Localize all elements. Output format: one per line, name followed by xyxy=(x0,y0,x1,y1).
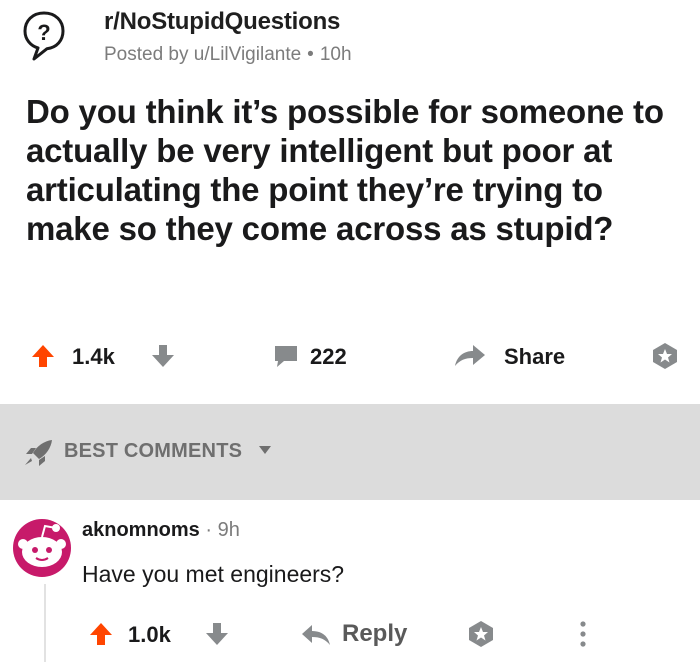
post-title: Do you think it’s possible for someone t… xyxy=(26,93,664,247)
upvote-arrow-icon xyxy=(32,345,54,367)
reply-arrow-icon xyxy=(302,625,330,645)
more-dots-icon xyxy=(580,621,586,647)
downvote-arrow-icon xyxy=(152,345,174,367)
comment-award-button[interactable] xyxy=(466,619,496,649)
sort-dropdown[interactable]: BEST COMMENTS xyxy=(64,440,242,463)
comment-age: 9h xyxy=(217,519,240,541)
rocket-icon xyxy=(25,440,52,466)
chevron-down-icon xyxy=(259,446,271,454)
snoo-avatar-icon xyxy=(13,519,71,577)
post-score: 1.4k xyxy=(72,344,115,369)
sort-icon-wrap[interactable] xyxy=(22,437,56,467)
comment-separator: · xyxy=(205,519,213,541)
thread-line[interactable] xyxy=(44,584,46,662)
comment-downvote-button[interactable] xyxy=(204,621,230,647)
sort-caret-wrap[interactable] xyxy=(258,445,272,455)
reply-button[interactable]: Reply xyxy=(342,620,407,648)
subreddit-name[interactable]: r/NoStupidQuestions xyxy=(104,8,340,36)
more-options-button[interactable] xyxy=(578,619,588,649)
share-button[interactable]: Share xyxy=(504,344,565,370)
comments-button[interactable] xyxy=(272,343,300,369)
downvote-button[interactable] xyxy=(150,343,176,369)
comment-author[interactable]: aknomnoms xyxy=(82,519,200,541)
comment-upvote-button[interactable] xyxy=(88,621,114,647)
svg-text:?: ? xyxy=(37,20,50,45)
posted-by[interactable]: Posted by u/LilVigilante xyxy=(104,44,301,65)
subreddit-icon[interactable]: ? xyxy=(22,10,66,62)
comment-bubble-icon xyxy=(275,346,297,367)
award-icon xyxy=(653,343,677,369)
post-meta: Posted by u/LilVigilante • 10h xyxy=(104,44,352,66)
comment-meta: aknomnoms · 9h xyxy=(82,519,240,542)
comment-score: 1.0k xyxy=(128,622,171,647)
award-icon xyxy=(469,621,493,647)
question-mark-bubble-icon: ? xyxy=(23,11,65,61)
upvote-button[interactable] xyxy=(30,343,56,369)
share-button-icon-wrap[interactable] xyxy=(452,343,488,369)
meta-separator: • xyxy=(307,44,314,65)
share-arrow-icon xyxy=(455,345,485,366)
comment-body: Have you met engineers? xyxy=(82,561,345,587)
award-button[interactable] xyxy=(650,341,680,371)
avatar[interactable] xyxy=(12,516,74,582)
downvote-arrow-icon xyxy=(206,623,228,645)
reply-icon-wrap[interactable] xyxy=(300,623,332,647)
comment-count[interactable]: 222 xyxy=(310,344,347,370)
upvote-arrow-icon xyxy=(90,623,112,645)
post-age: 10h xyxy=(319,44,352,65)
